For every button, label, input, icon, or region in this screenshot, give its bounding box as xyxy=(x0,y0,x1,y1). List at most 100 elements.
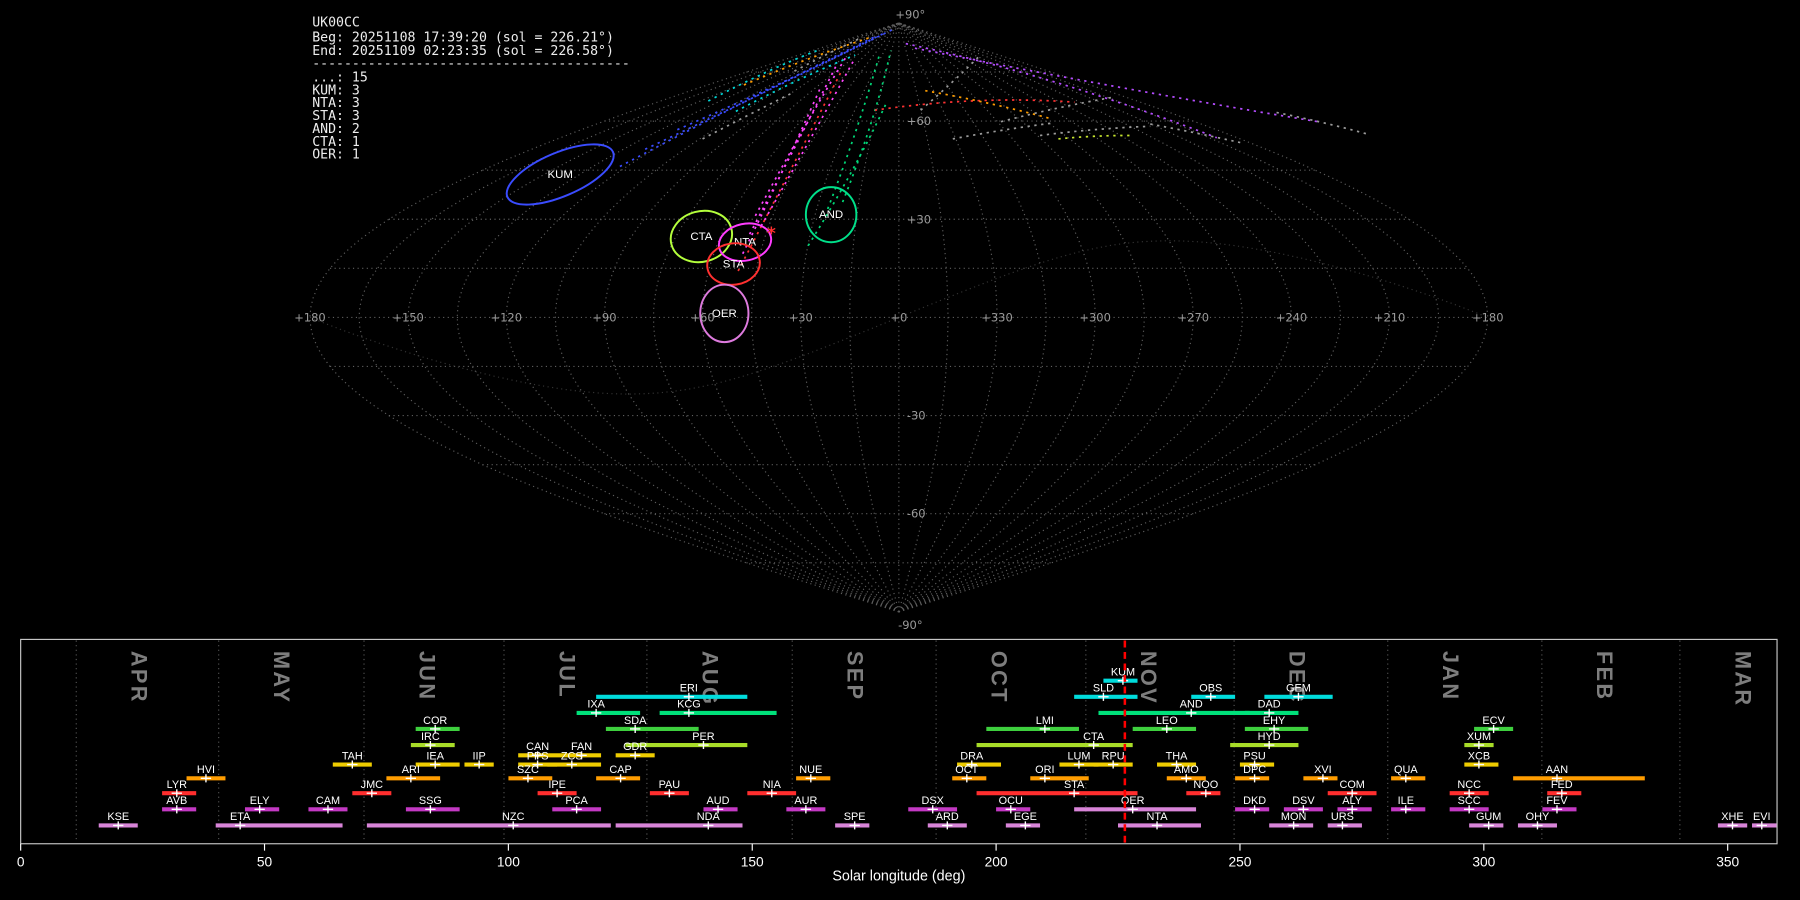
shower-label: LYR xyxy=(167,779,188,791)
shower-label: DAD xyxy=(1258,699,1281,711)
lon-label: +30 xyxy=(789,310,813,324)
shower-label: COR xyxy=(423,715,447,727)
shower-label: FEV xyxy=(1546,795,1568,807)
radiant-marker: * xyxy=(767,224,776,244)
axis-tick-label: 0 xyxy=(17,855,25,870)
axis-tick-label: 150 xyxy=(741,855,764,870)
shower-label: URS xyxy=(1331,811,1354,823)
radiant-label: KUM xyxy=(547,169,573,181)
shower-label: ETA xyxy=(230,811,251,823)
month-label: JUL xyxy=(554,651,579,699)
shower-label: TAH xyxy=(342,750,363,762)
shower-label: ERI xyxy=(680,683,698,695)
meteor-trail xyxy=(905,42,1218,139)
shower-label: XCB xyxy=(1468,750,1490,762)
lon-label: +90 xyxy=(592,310,616,324)
meteor-trail xyxy=(1058,134,1130,140)
shower-label: ELY xyxy=(250,795,271,807)
shower-label: DSV xyxy=(1292,795,1315,807)
meteor-trail xyxy=(760,59,855,227)
shower-label: CAM xyxy=(316,795,340,807)
meteor-trail xyxy=(841,50,892,203)
shower-label: MON xyxy=(1281,811,1306,823)
shower-label: IIP xyxy=(472,750,485,762)
shower-label: LMI xyxy=(1036,715,1054,727)
shower-label: PER xyxy=(692,731,715,743)
shower-label: NDA xyxy=(697,811,721,823)
shower-count-list: ...: 15KUM: 3NTA: 3STA: 3AND: 2CTA: 1OER… xyxy=(312,71,368,163)
shower-label: JMC xyxy=(361,779,384,791)
shower-label: AUD xyxy=(707,795,730,807)
shower-label: AVB xyxy=(166,795,187,807)
lon-label: +60 xyxy=(690,310,714,324)
lon-label: +180 xyxy=(1472,310,1504,324)
meteor-trail xyxy=(874,99,1075,112)
lon-label: +150 xyxy=(392,310,424,324)
shower-label: COM xyxy=(1339,779,1364,791)
shower-label: DPC xyxy=(1243,764,1266,776)
shower-label: ECV xyxy=(1482,715,1505,727)
session-info-block: UK00CC Beg: 20251108 17:39:20 (sol = 226… xyxy=(312,15,630,162)
shower-label: DRA xyxy=(960,750,984,762)
meteor-trail xyxy=(793,37,862,72)
shower-label: NZC xyxy=(502,811,525,823)
shower-label: KCG xyxy=(677,699,701,711)
shower-label: PAU xyxy=(659,779,681,791)
shower-label: IPE xyxy=(548,779,566,791)
shower-label: PSU xyxy=(1243,750,1266,762)
meteor-trail xyxy=(676,29,893,131)
count-line: OER: 1 xyxy=(312,148,360,163)
shower-label: OHY xyxy=(1526,811,1550,823)
radiant-label: OER xyxy=(712,308,737,320)
shower-label: OCT xyxy=(955,764,978,776)
shower-label: LEO xyxy=(1156,715,1178,727)
shower-label: DSX xyxy=(922,795,945,807)
lon-label: +0 xyxy=(890,310,907,324)
north-pole-label: +90° xyxy=(895,7,925,21)
shower-label: ORI xyxy=(1035,764,1054,776)
axis-tick-label: 300 xyxy=(1472,855,1495,870)
shower-label: AUR xyxy=(794,795,817,807)
month-label: OCT xyxy=(986,651,1011,704)
month-label: JUN xyxy=(414,651,439,701)
shower-label: AMO xyxy=(1174,764,1199,776)
shower-label: NTA xyxy=(1147,811,1169,823)
axis-tick-label: 200 xyxy=(985,855,1008,870)
axis-tick-label: 100 xyxy=(497,855,520,870)
shower-label: CAP xyxy=(609,764,631,776)
radiant-label: AND xyxy=(819,209,843,221)
meteor-trail xyxy=(743,37,870,86)
shower-label: DKD xyxy=(1243,795,1266,807)
shower-label: OCU xyxy=(999,795,1023,807)
lon-label: +120 xyxy=(491,310,523,324)
shower-label: EHY xyxy=(1263,715,1286,727)
south-pole-label: -90° xyxy=(898,618,922,632)
shower-label: QUA xyxy=(1394,764,1418,776)
shower-label: IEA xyxy=(426,750,444,762)
shower-label: ILE xyxy=(1398,795,1414,807)
month-label: SEP xyxy=(843,651,868,702)
shower-label: SZC xyxy=(517,764,539,776)
shower-label: NIA xyxy=(763,779,782,791)
month-label: MAR xyxy=(1730,651,1755,708)
shower-label: FED xyxy=(1551,779,1573,791)
meteor-trail xyxy=(619,35,876,168)
lat-label: -30 xyxy=(907,409,926,423)
shower-label: GEM xyxy=(1286,683,1311,695)
shower-label: IRC xyxy=(421,731,440,743)
month-label: NOV xyxy=(1136,651,1161,705)
axis-tick-label: 350 xyxy=(1716,855,1739,870)
shower-label: HVI xyxy=(197,764,215,776)
shower-label: ZCS xyxy=(561,750,583,762)
lon-label: +210 xyxy=(1374,310,1406,324)
month-label: APR xyxy=(127,651,152,704)
shower-label: OBS xyxy=(1199,683,1222,695)
shower-label: ALY xyxy=(1342,795,1363,807)
shower-label: KSE xyxy=(107,811,129,823)
month-label: MAY xyxy=(269,651,294,704)
shower-label: PPS xyxy=(527,750,549,762)
shower-label: AAN xyxy=(1546,764,1568,776)
shower-label: RPU xyxy=(1102,750,1125,762)
shower-label: XHE xyxy=(1721,811,1743,823)
shower-label: GDR xyxy=(623,741,647,753)
